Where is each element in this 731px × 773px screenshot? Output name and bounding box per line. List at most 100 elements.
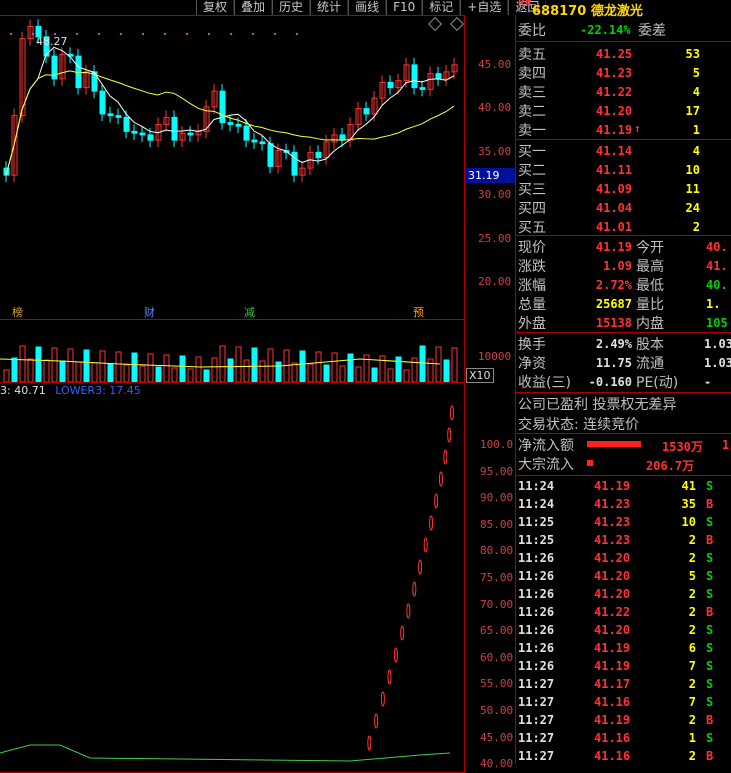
toolbar-button-3[interactable]: 统计	[310, 0, 349, 15]
bid-label: 买五	[518, 220, 546, 236]
toolbar-button-6[interactable]: 标记	[422, 0, 461, 15]
stat-label-2: 最高	[636, 259, 664, 275]
trade-side: S	[706, 677, 714, 691]
ask-price: 41.25	[596, 47, 633, 61]
trade-time: 11:27	[518, 695, 555, 709]
signal-dot	[76, 33, 78, 35]
toolbar-button-0[interactable]: 复权	[196, 0, 235, 15]
event-marker: 榜	[12, 306, 23, 319]
volume-bar	[43, 359, 50, 382]
stat-label-2: 最低	[636, 278, 664, 294]
indicator-axis-label: 65.00	[480, 624, 514, 638]
ask-volume: 4	[692, 85, 700, 99]
trade-row: 11:24 41.19 41 S	[518, 477, 731, 495]
ask-label: 卖一	[518, 123, 546, 139]
price-axis-label: 25.00	[478, 232, 512, 245]
ask-volume: 53	[685, 47, 700, 61]
stat2-label: 收益(三)	[518, 375, 571, 391]
stat2-label-2: PE(动)	[636, 375, 679, 391]
flow-value: 1530万	[662, 440, 703, 454]
volume-bar	[347, 353, 354, 382]
ask-volume: 1	[692, 123, 700, 137]
up-arrow-icon: ↑	[634, 122, 641, 135]
candle-body	[259, 141, 266, 145]
trade-time: 11:26	[518, 623, 555, 637]
indicator-axis-label: 45.00	[480, 730, 514, 744]
toolbar-button-7[interactable]: +自选	[460, 0, 509, 15]
bid-price: 41.11	[596, 163, 633, 177]
flow-label: 净流入额	[518, 438, 574, 454]
indicator-axis-label: 80.00	[480, 544, 514, 558]
signal-dot	[120, 33, 122, 35]
trade-price: 41.19	[594, 713, 631, 727]
candle-body	[339, 134, 346, 141]
trade-volume: 6	[688, 641, 696, 655]
bid-volume: 10	[685, 163, 700, 177]
stat2-value: -0.160	[588, 375, 632, 389]
indicator-mark	[387, 669, 392, 685]
stat-value: 1.09	[603, 259, 632, 273]
trade-side: S	[706, 551, 714, 565]
toolbar-button-5[interactable]: F10	[386, 0, 423, 15]
volume-bar	[187, 368, 194, 382]
candle-body	[187, 132, 194, 136]
indicator-mark	[393, 647, 398, 663]
trade-volume: 2	[688, 749, 696, 763]
volume-bar	[11, 357, 18, 382]
trade-price: 41.20	[594, 587, 631, 601]
candle-body	[243, 125, 250, 141]
toolbar-button-2[interactable]: 历史	[272, 0, 311, 15]
stock-title: KR 688170 德龙激光	[518, 0, 643, 19]
volume-bar	[115, 351, 122, 382]
trade-time: 11:27	[518, 731, 555, 745]
volume-bar	[331, 352, 338, 382]
stock-name: 德龙激光	[590, 4, 643, 19]
weibi-value: -22.14%	[580, 23, 631, 37]
trade-volume: 2	[688, 551, 696, 565]
ask-volume: 17	[685, 104, 700, 118]
stat-value: 25687	[595, 297, 632, 311]
trade-price: 41.16	[594, 749, 631, 763]
trade-time: 11:24	[518, 479, 555, 493]
event-marker: 预	[413, 306, 424, 319]
trade-time: 11:24	[518, 497, 555, 511]
volume-bar	[219, 345, 226, 382]
toolbar-button-4[interactable]: 画线	[348, 0, 387, 15]
indicator-mark	[423, 537, 428, 553]
trade-side: S	[706, 515, 714, 529]
stat2-label: 净资	[518, 356, 546, 372]
indicator-mark	[443, 449, 448, 465]
signal-dot	[142, 33, 144, 35]
volume-bar	[227, 358, 234, 382]
indicator-mark	[412, 581, 417, 597]
ask-label: 卖三	[518, 85, 546, 101]
trade-price: 41.19	[594, 659, 631, 673]
flow-bar	[587, 441, 641, 447]
candle-body	[147, 134, 154, 141]
indicator-chart	[0, 405, 454, 762]
volume-bar	[107, 363, 114, 382]
current-price-tag: 31.19	[465, 168, 515, 183]
trade-side: S	[706, 569, 714, 583]
candle-body	[411, 64, 418, 89]
signal-dot	[32, 33, 34, 35]
stat-label: 现价	[518, 240, 546, 256]
signal-dot	[274, 33, 276, 35]
volume-bar	[243, 359, 250, 382]
candle-body	[315, 151, 322, 159]
candle-body	[227, 122, 234, 125]
volume-bar	[235, 346, 242, 382]
trade-volume: 41	[681, 479, 696, 493]
stat2-value-2: -	[704, 375, 712, 389]
signal-dot	[252, 33, 254, 35]
trade-side: B	[706, 533, 714, 547]
toolbar-button-1[interactable]: 叠加	[234, 0, 273, 15]
candlestick-chart	[3, 19, 458, 183]
volume-bar	[315, 351, 322, 382]
trade-volume: 2	[688, 713, 696, 727]
indicator-mark	[400, 625, 405, 641]
trade-volume: 5	[688, 569, 696, 583]
indicator-axis-label: 55.00	[480, 677, 514, 691]
volume-bar	[435, 346, 442, 382]
event-marker: 财	[144, 306, 155, 319]
